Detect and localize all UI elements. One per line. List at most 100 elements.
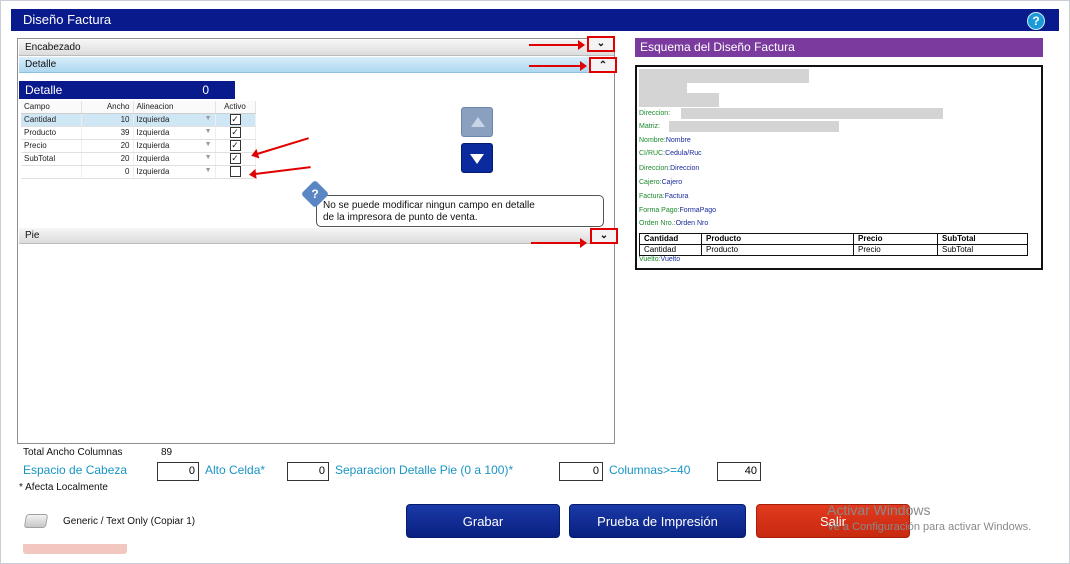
preview-line-value: Nombre [665,137,691,144]
printer-icon [23,514,49,528]
tooltip-line-1: No se puede modificar ningun campo en de… [323,200,535,211]
cell-alineacion[interactable]: Izquierda ▼ [133,126,216,140]
activo-checkbox[interactable]: ✓ [229,114,241,125]
preview-line-label: CI/RUC: [639,150,666,157]
preview-cell: SubTotal [937,244,1028,256]
total-width-label: Total Ancho Columnas [23,447,123,458]
cell-alineacion[interactable]: Izquierda ▼ [133,113,216,127]
section-encabezado[interactable]: Encabezado [19,40,614,56]
cell-alineacion[interactable]: Izquierda ▼ [133,165,216,179]
table-row[interactable]: Precio 20 Izquierda ▼ ✓ [21,139,256,153]
cell-ancho[interactable]: 20 [81,139,134,153]
annotation-arrow-pie [531,238,587,248]
preview-line: Nombre:Nombre [639,137,691,144]
cell-ancho[interactable]: 0 [81,165,134,179]
separacion-label: Separacion Detalle Pie (0 a 100)* [335,463,514,477]
preview-line: Cajero:Cajero [639,179,682,186]
arrow-down-icon [470,154,484,164]
preview-line-label: Nombre: [639,137,666,144]
annotation-arrow-encabezado [529,40,585,50]
move-up-button[interactable] [461,107,493,137]
espacio-cabeza-label: Espacio de Cabeza [23,463,128,477]
collapse-detalle-button[interactable]: ⌃ [589,57,617,73]
question-icon: ? [300,179,330,209]
section-encabezado-label: Encabezado [25,42,81,53]
preview-line-value: Orden Nro [675,220,709,227]
section-pie[interactable]: Pie [19,228,614,244]
expand-pie-button[interactable]: ⌄ [590,228,618,244]
expand-encabezado-button[interactable]: ⌄ [587,36,615,52]
preview-title: Esquema del Diseño Factura [635,38,1043,57]
cell-campo[interactable]: Cantidad [21,113,82,127]
preview-header-cell: Precio [853,233,938,245]
cropped-button-fragment [23,544,127,554]
cell-activo: ✓ [215,113,256,127]
section-pie-label: Pie [25,230,40,241]
table-row[interactable]: SubTotal 20 Izquierda ▼ ✓ [21,152,256,166]
detalle-title: Detalle [25,83,63,97]
cell-alineacion[interactable]: Izquierda ▼ [133,152,216,166]
activo-checkbox[interactable]: ✓ [229,127,241,138]
table-row[interactable]: 0 Izquierda ▼ [21,165,256,179]
total-width-value: 89 [161,447,173,458]
cell-campo[interactable]: SubTotal [21,152,82,166]
prueba-impresion-button[interactable]: Prueba de Impresión [569,504,746,538]
alineacion-value: Izquierda [136,128,170,137]
activo-checkbox[interactable]: ✓ [229,140,241,151]
cell-campo[interactable]: Producto [21,126,82,140]
preview-table-header: Cantidad Producto Precio SubTotal [639,233,1028,245]
cell-ancho[interactable]: 10 [81,113,134,127]
local-note: * Afecta Localmente [19,482,108,493]
grabar-button[interactable]: Grabar [406,504,560,538]
activo-checkbox[interactable] [229,166,241,177]
cell-activo: ✓ [215,152,256,166]
grid-header-row: Campo Ancho Alineacion Activo [21,101,256,114]
section-detalle[interactable]: Detalle [19,57,614,73]
cell-ancho[interactable]: 20 [81,152,134,166]
preview-line-label: Cajero: [639,179,662,186]
diseno-factura-window: Diseño Factura ? Encabezado Detalle Pie … [0,0,1070,564]
arrow-up-icon [471,117,485,127]
preview-vuelto: Vuelto:Vuelto [639,256,680,263]
dropdown-arrow-icon[interactable]: ▼ [205,167,212,174]
column-header-ancho[interactable]: Ancho [81,101,134,114]
preview-line-label: Vuelto: [639,256,661,263]
preview-line-value: FormaPago [679,207,717,214]
column-header-activo[interactable]: Activo [215,101,256,114]
espacio-cabeza-input[interactable]: 0 [157,462,199,481]
cell-campo[interactable] [21,165,82,179]
table-row[interactable]: Cantidad 10 Izquierda ▼ ✓ [21,113,256,127]
activo-checkbox[interactable]: ✓ [229,153,241,164]
activation-watermark-text: Ve a Configuración para activar Windows. [827,521,1032,533]
cell-ancho[interactable]: 39 [81,126,134,140]
alto-celda-input[interactable]: 0 [287,462,329,481]
preview-line: Factura:Factura [639,193,688,200]
preview-line: Orden Nro.:Orden Nro [639,220,708,227]
cell-campo[interactable]: Precio [21,139,82,153]
column-header-campo[interactable]: Campo [21,101,82,114]
redacted-block [669,121,839,132]
preview-cell: Cantidad [639,244,702,256]
invoice-preview: Direccion: Matriz: Nombre:Nombre CI/RUC:… [635,65,1043,270]
dropdown-arrow-icon[interactable]: ▼ [205,115,212,122]
dropdown-arrow-icon[interactable]: ▼ [205,141,212,148]
table-row[interactable]: Producto 39 Izquierda ▼ ✓ [21,126,256,140]
preview-header-cell: Producto [701,233,854,245]
chevron-down-icon: ⌄ [599,230,609,241]
columnas-input[interactable]: 40 [717,462,761,481]
move-down-button[interactable] [461,143,493,173]
preview-cell: Precio [853,244,938,256]
cell-activo: ✓ [215,126,256,140]
printer-name: Generic / Text Only (Copiar 1) [63,516,196,527]
redacted-block [681,108,943,119]
window-title: Diseño Factura [23,12,112,27]
cell-alineacion[interactable]: Izquierda ▼ [133,139,216,153]
dropdown-arrow-icon[interactable]: ▼ [205,154,212,161]
preview-detail-table: Cantidad Producto Precio SubTotal Cantid… [639,233,1028,256]
dropdown-arrow-icon[interactable]: ▼ [205,128,212,135]
column-header-alineacion[interactable]: Alineacion [133,101,216,114]
help-icon[interactable]: ? [1027,12,1045,30]
separacion-input[interactable]: 0 [559,462,603,481]
preview-line: Matriz: [639,123,660,130]
preview-line-label: Orden Nro.: [639,220,676,227]
